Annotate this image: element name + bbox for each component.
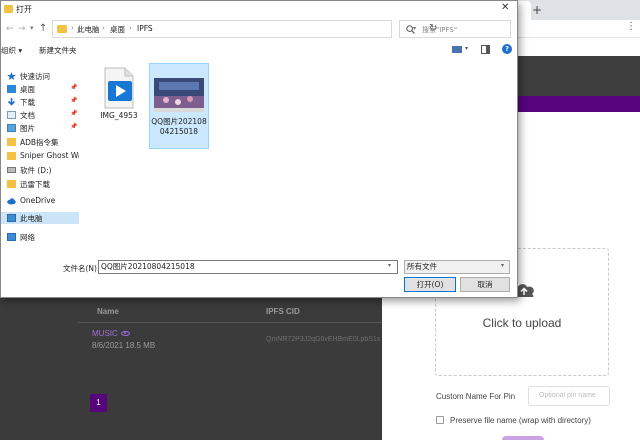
pin-icon: 📌 bbox=[70, 84, 78, 91]
sidebar-item-label: 网络 bbox=[20, 233, 35, 242]
crumb-separator: › bbox=[71, 24, 74, 32]
pin-icon: 📌 bbox=[70, 97, 78, 104]
view-mode-icon[interactable] bbox=[452, 46, 462, 53]
breadcrumb-this-pc[interactable]: 此电脑 bbox=[77, 24, 100, 35]
sidebar-item-adb[interactable]: ADB指令集 bbox=[1, 136, 79, 148]
help-icon[interactable]: ? bbox=[502, 44, 512, 54]
folder-icon bbox=[57, 25, 67, 33]
folder-icon bbox=[7, 138, 16, 146]
filename-dropdown-icon[interactable]: ▾ bbox=[388, 262, 391, 269]
sidebar-item-downloads[interactable]: 下载 📌 bbox=[1, 96, 79, 108]
table-divider bbox=[78, 322, 382, 323]
pagination-page-1[interactable]: 1 bbox=[90, 394, 107, 412]
cancel-button[interactable]: 取消 bbox=[460, 277, 510, 292]
filetype-dropdown-icon[interactable]: ▾ bbox=[501, 262, 504, 269]
new-tab-button[interactable]: + bbox=[532, 3, 542, 17]
sidebar-item-xunlei[interactable]: 迅雷下载 bbox=[1, 178, 79, 190]
file-date: 8/6/2021 bbox=[92, 341, 124, 350]
download-icon bbox=[7, 98, 16, 106]
filetype-select[interactable]: 所有文件 bbox=[404, 260, 510, 274]
video-file-icon bbox=[104, 67, 134, 109]
sidebar-item-label: ADB指令集 bbox=[20, 138, 59, 147]
organize-button[interactable]: 组织 ▾ bbox=[1, 45, 22, 56]
back-arrow-icon[interactable]: ← bbox=[6, 24, 14, 34]
desktop-icon bbox=[7, 85, 16, 93]
file-name-link[interactable]: MUSIC bbox=[92, 329, 118, 338]
sidebar-item-label: 快速访问 bbox=[20, 72, 50, 81]
recent-dropdown-icon[interactable]: ▾ bbox=[30, 24, 34, 32]
sidebar-item-label: 此电脑 bbox=[20, 214, 43, 223]
eye-icon[interactable] bbox=[120, 331, 130, 337]
sidebar-item-onedrive[interactable]: OneDrive bbox=[1, 195, 79, 207]
crumb-separator: › bbox=[129, 24, 132, 32]
view-dropdown-icon[interactable]: ▾ bbox=[465, 45, 468, 52]
star-icon bbox=[7, 72, 16, 80]
filename-label: 文件名(N): bbox=[63, 264, 100, 273]
search-input[interactable]: 搜索"IPFS" bbox=[399, 20, 511, 38]
sidebar-item-drive-d[interactable]: 软件 (D:) bbox=[1, 164, 79, 176]
document-icon bbox=[7, 111, 16, 119]
file-row-meta: 8/6/2021 18.5 MB bbox=[92, 341, 155, 350]
network-icon bbox=[7, 233, 16, 241]
preview-pane-icon[interactable] bbox=[481, 45, 490, 54]
address-bar[interactable]: › 此电脑 › 桌面 › IPFS ▾ ↻ bbox=[52, 20, 437, 38]
filename-input[interactable]: QQ图片20210804215018 bbox=[98, 260, 398, 274]
sidebar-item-label: 软件 (D:) bbox=[20, 166, 52, 175]
file-cid[interactable]: QmNR72P3J2qG6vEHBmE0LpbS1s bbox=[266, 336, 382, 343]
sidebar-item-documents[interactable]: 文档 📌 bbox=[1, 109, 79, 121]
dialog-title: 打开 bbox=[16, 5, 32, 14]
pin-name-input[interactable]: Optional pin name bbox=[528, 386, 610, 406]
column-header-cid: IPFS CID bbox=[266, 307, 300, 316]
upload-button-edge[interactable] bbox=[502, 436, 544, 440]
file-name: QQ图片20210804215018 bbox=[151, 117, 207, 136]
sidebar-item-pictures[interactable]: 图片 📌 bbox=[1, 122, 79, 134]
file-list: IMG_4953 QQ图片20210804215018 bbox=[81, 61, 517, 255]
pictures-icon bbox=[7, 124, 16, 132]
drive-icon bbox=[7, 167, 16, 173]
breadcrumb-ipfs[interactable]: IPFS bbox=[137, 24, 153, 33]
sidebar-item-label: OneDrive bbox=[20, 196, 56, 205]
search-placeholder: 搜索"IPFS" bbox=[422, 26, 458, 34]
column-header-name: Name bbox=[97, 307, 119, 316]
dialog-titlebar: 打开 ✕ bbox=[1, 1, 517, 18]
breadcrumb-desktop[interactable]: 桌面 bbox=[110, 24, 125, 35]
file-row-name[interactable]: MUSIC bbox=[92, 329, 130, 338]
open-button[interactable]: 打开(O) bbox=[404, 277, 456, 292]
folder-icon bbox=[7, 152, 16, 160]
upload-text[interactable]: Click to upload bbox=[435, 316, 609, 330]
pin-icon: 📌 bbox=[70, 110, 78, 117]
folder-icon bbox=[7, 180, 16, 188]
crumb-separator: › bbox=[102, 24, 105, 32]
image-thumbnail bbox=[154, 78, 204, 112]
browser-menu-icon[interactable]: ⋮ bbox=[626, 21, 636, 32]
app-icon bbox=[4, 5, 13, 13]
pin-icon: 📌 bbox=[70, 123, 78, 130]
cloud-icon bbox=[7, 198, 16, 205]
close-icon[interactable]: ✕ bbox=[501, 2, 509, 13]
new-folder-button[interactable]: 新建文件夹 bbox=[39, 45, 77, 56]
file-item-img4953[interactable]: IMG_4953 bbox=[91, 65, 147, 133]
search-icon bbox=[406, 25, 415, 34]
sidebar-item-label: 迅雷下载 bbox=[20, 180, 50, 189]
navigation-pane: 快速访问 桌面 📌 下载 📌 文档 📌 图片 📌 ADB指令集 Sniper G… bbox=[1, 63, 79, 255]
open-file-dialog: 打开 ✕ ← → ▾ ↑ › 此电脑 › 桌面 › IPFS ▾ ↻ 搜索"IP… bbox=[0, 0, 518, 298]
preserve-checkbox[interactable] bbox=[436, 416, 444, 424]
preserve-label: Preserve file name (wrap with directory) bbox=[450, 416, 591, 425]
computer-icon bbox=[7, 214, 16, 222]
file-name: IMG_4953 bbox=[100, 111, 138, 120]
sidebar-item-label: Sniper Ghost War bbox=[20, 151, 79, 160]
sidebar-item-this-pc[interactable]: 此电脑 bbox=[1, 212, 79, 224]
custom-name-label: Custom Name For Pin bbox=[436, 392, 516, 401]
sidebar-item-quick-access[interactable]: 快速访问 bbox=[1, 70, 79, 82]
up-arrow-icon[interactable]: ↑ bbox=[39, 23, 47, 34]
file-size: 18.5 MB bbox=[125, 341, 156, 350]
sidebar-item-desktop[interactable]: 桌面 📌 bbox=[1, 83, 79, 95]
sidebar-item-sniper[interactable]: Sniper Ghost War bbox=[1, 150, 79, 162]
command-bar: 组织 ▾ 新建文件夹 ▾ bbox=[1, 41, 517, 59]
forward-arrow-icon[interactable]: → bbox=[18, 24, 26, 34]
file-item-qq-image[interactable]: QQ图片20210804215018 bbox=[149, 63, 209, 149]
sidebar-item-network[interactable]: 网络 bbox=[1, 231, 79, 243]
